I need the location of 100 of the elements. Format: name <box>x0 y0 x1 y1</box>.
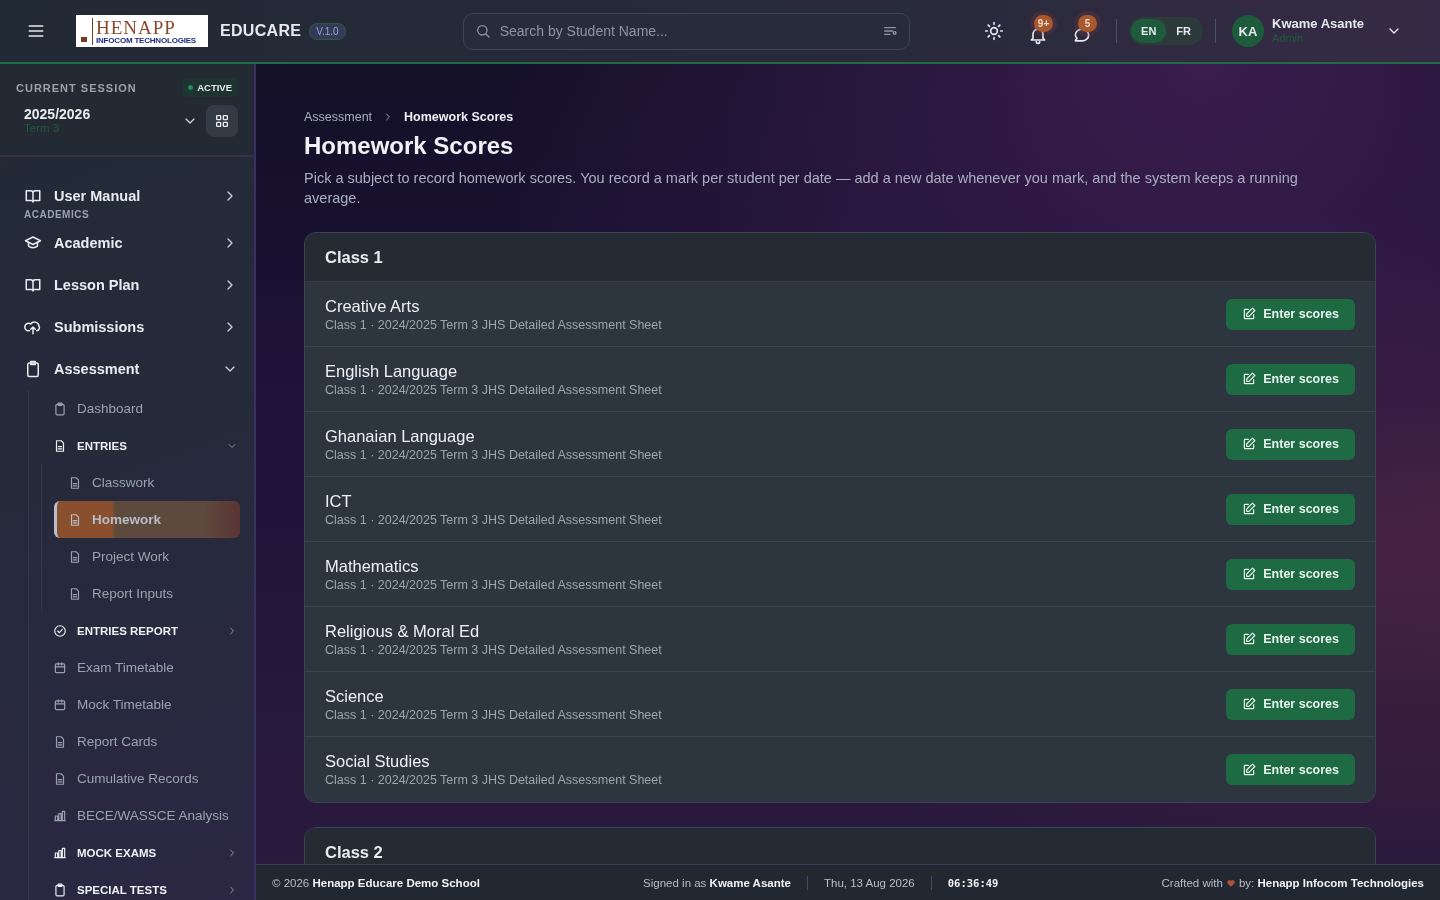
enter-scores-button[interactable]: Enter scores <box>1226 363 1355 395</box>
nav-item[interactable]: Cumulative Records <box>53 760 238 797</box>
nav-item[interactable]: Project Work <box>54 538 240 575</box>
edit-icon <box>1242 372 1257 386</box>
logo-mark-icon <box>80 35 88 43</box>
search-icon <box>474 22 491 39</box>
edit-icon <box>1242 307 1257 321</box>
credit-text: by: Henapp Infocom Technologies <box>1238 876 1424 889</box>
search-field[interactable]: Search by Student Name... <box>462 12 910 50</box>
nav-item[interactable]: Report Cards <box>53 723 238 760</box>
enter-scores-button[interactable]: Enter scores <box>1226 428 1355 460</box>
page-description: Pick a subject to record homework scores. You record a mark per student per date — add a new date whenever you mark, and the system keeps a running average. <box>304 169 1299 208</box>
document-icon <box>53 438 67 453</box>
edit-icon <box>1242 762 1257 777</box>
enter-scores-button[interactable]: Enter scores <box>1226 623 1355 655</box>
book-icon <box>24 187 42 205</box>
nav-group[interactable]: ENTRIES REPORT <box>53 623 178 638</box>
nav-item[interactable]: Assessment <box>24 360 140 378</box>
enter-scores-button[interactable]: Enter scores <box>1226 688 1355 720</box>
subject-name: Creative Arts <box>325 296 421 316</box>
book-icon <box>24 276 42 294</box>
document-icon <box>68 512 82 527</box>
signed-in-text: Signed in as Kwame Asante <box>643 876 791 889</box>
nav-item[interactable]: Academic <box>24 234 123 252</box>
subject-name: Science <box>325 686 385 706</box>
nav-item[interactable]: Lesson Plan <box>24 276 140 294</box>
nav-group[interactable]: MOCK EXAMS <box>53 845 157 860</box>
class-name: Class 2 <box>305 828 1375 864</box>
nav-item[interactable]: Mock Timetable <box>53 686 238 723</box>
document-icon <box>53 771 67 786</box>
subject-name: ICT <box>325 491 353 511</box>
clipboard-icon <box>53 882 67 897</box>
check-circle-icon <box>53 623 67 638</box>
enter-scores-button[interactable]: Enter scores <box>1226 754 1355 785</box>
document-icon <box>68 586 82 601</box>
breadcrumb-item[interactable]: Assessment <box>304 110 373 124</box>
edit-icon <box>1242 502 1257 516</box>
class-name: Class 1 <box>305 233 1375 282</box>
bar-chart-icon <box>53 808 67 823</box>
subject-name: Mathematics <box>325 556 420 576</box>
subject-detail: Class 1 · 2024/2025 Term 3 JHS Detailed Assessment Sheet <box>325 447 662 462</box>
notification-count: 9+ <box>1034 15 1054 32</box>
nav-item[interactable]: Dashboard <box>53 390 238 427</box>
enter-scores-button[interactable]: Enter scores <box>1226 298 1355 330</box>
app-name: EDUCARE <box>220 22 302 40</box>
version-badge: V.1.0 <box>309 22 346 40</box>
subject-name: Ghanaian Language <box>325 426 476 446</box>
page-title: Homework Scores <box>304 132 515 160</box>
document-icon <box>53 734 67 749</box>
subject-name: Social Studies <box>325 752 431 771</box>
calendar-icon <box>53 660 67 675</box>
subject-detail: Class 1 · 2024/2025 Term 3 JHS Detailed Assessment Sheet <box>325 577 662 592</box>
heart-icon <box>1225 877 1236 888</box>
nav-item[interactable]: Exam Timetable <box>53 649 238 686</box>
subject-detail: Class 1 · 2024/2025 Term 3 JHS Detailed Assessment Sheet <box>325 382 662 397</box>
crafted-text: Crafted with <box>1161 876 1223 889</box>
nav-item[interactable]: Submissions <box>24 318 145 336</box>
messages-button[interactable]: 5 <box>1066 11 1099 51</box>
breadcrumb-item: Homework Scores <box>404 110 514 124</box>
copyright-text: © 2026 Henapp Educare Demo School <box>272 876 480 889</box>
session-label: CURRENT SESSION <box>16 81 137 94</box>
logo-tagline: INFOCOM TECHNOLOGIES <box>96 36 196 45</box>
edit-icon <box>1242 632 1257 646</box>
nav-item[interactable]: Report Inputs <box>54 575 240 612</box>
status-badge: ACTIVE <box>182 78 238 97</box>
nav-item[interactable]: Homework <box>54 501 240 538</box>
nav-item[interactable]: User Manual <box>24 187 141 205</box>
message-count: 5 <box>1078 15 1098 32</box>
apps-button[interactable] <box>206 105 238 137</box>
edit-icon <box>1242 697 1257 711</box>
edit-icon <box>1242 437 1257 451</box>
enter-scores-button[interactable]: Enter scores <box>1226 558 1355 590</box>
subject-detail: Class 1 · 2024/2025 Term 3 JHS Detailed Assessment Sheet <box>325 512 662 527</box>
sun-icon <box>984 21 1005 41</box>
cloud-upload-icon <box>24 318 42 336</box>
subject-detail: Class 1 · 2024/2025 Term 3 JHS Detailed Assessment Sheet <box>325 707 662 722</box>
user-avatar: KA <box>1232 15 1264 47</box>
nav-group[interactable]: ENTRIES <box>53 438 127 453</box>
edit-icon <box>1242 567 1257 581</box>
logo-name: HENAPP <box>96 17 177 37</box>
session-year: 2025/2026 <box>24 107 92 123</box>
nav-item[interactable]: Classwork <box>54 464 240 501</box>
nav-item[interactable]: BECE/WASSCE Analysis <box>53 797 238 834</box>
enter-scores-button[interactable]: Enter scores <box>1226 493 1355 525</box>
clipboard-icon <box>53 401 67 416</box>
notifications-button[interactable]: 9+ <box>1022 11 1055 51</box>
language-option[interactable]: FR <box>1166 19 1201 43</box>
subject-name: English Language <box>325 361 459 381</box>
footer-date: Thu, 13 Aug 2026 <box>823 876 915 889</box>
subject-detail: Class 1 · 2024/2025 Term 3 JHS Detailed Assessment Sheet <box>325 773 662 787</box>
clipboard-icon <box>24 360 42 378</box>
calendar-icon <box>53 697 67 712</box>
grid-icon <box>214 113 230 129</box>
subject-name: Religious & Moral Ed <box>325 621 481 641</box>
document-icon <box>68 475 82 490</box>
footer-clock: 06:36:49 <box>947 876 999 889</box>
nav-group[interactable]: SPECIAL TESTS <box>53 882 167 897</box>
bar-chart-icon <box>53 845 67 860</box>
language-option[interactable]: EN <box>1131 19 1167 43</box>
section-heading: ACADEMICS <box>24 209 91 220</box>
